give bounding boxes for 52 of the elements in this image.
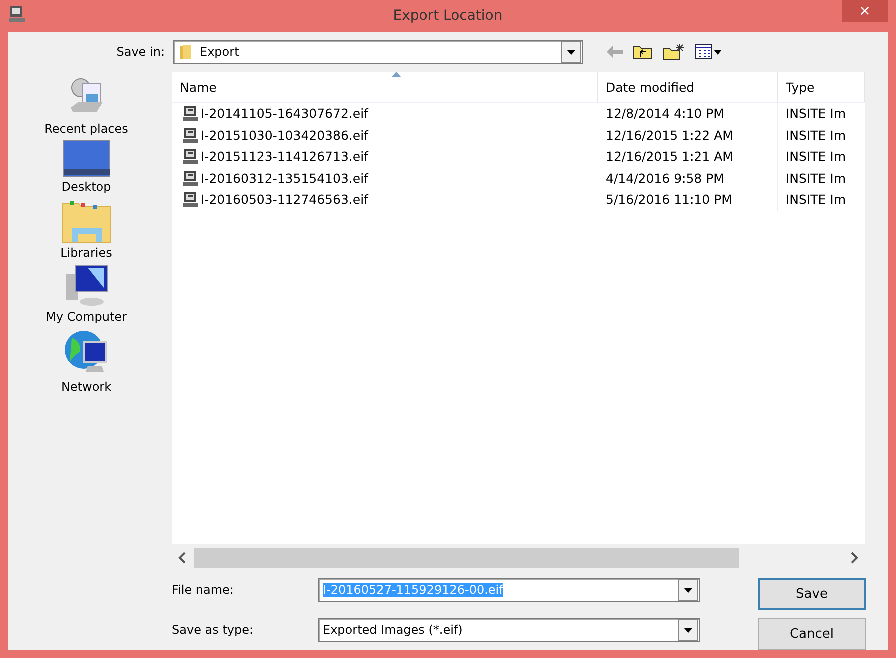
places-item[interactable]: Desktop (22, 140, 152, 194)
scroll-right-icon[interactable] (851, 552, 859, 564)
dropdown-arrow-icon (566, 50, 576, 54)
folder-icon (178, 44, 194, 60)
date-cell: 12/8/2014 4:10 PM (598, 103, 778, 124)
save-in-label: Save in: (116, 45, 166, 59)
type-cell-text: INSITE Im (785, 148, 848, 166)
desktop-icon (62, 140, 110, 178)
file-icon (182, 191, 199, 208)
sort-arrow-icon (392, 72, 401, 77)
file-icon (182, 148, 199, 166)
new-folder-icon[interactable] (663, 43, 685, 61)
scroll-left-icon[interactable] (178, 552, 186, 564)
file-icon (182, 105, 199, 122)
save-as-type-label: Save as type: (172, 623, 255, 637)
places-item[interactable]: My Computer (22, 264, 152, 324)
file-name-cell[interactable]: I-20151123-114126713.eif (201, 149, 368, 164)
dropdown-arrow-icon (684, 628, 692, 632)
scroll-thumb[interactable] (194, 548, 740, 568)
dropdown-arrow-icon (684, 588, 692, 592)
type-cell-text: INSITE Im (785, 191, 848, 210)
dialog-button[interactable]: Cancel (758, 618, 866, 650)
computer-icon (8, 5, 26, 23)
file-name-cell[interactable]: I-20141105-164307672.eif (201, 106, 368, 122)
up-folder-icon[interactable] (633, 44, 653, 60)
column-header[interactable]: Type (778, 72, 865, 102)
file-icon (182, 126, 199, 144)
date-cell: 5/16/2016 11:10 PM (598, 189, 778, 210)
file-name-cell[interactable]: I-20160312-135154103.eif (201, 170, 368, 186)
file-icon (182, 170, 199, 187)
computer-icon (64, 264, 110, 308)
column-header[interactable]: Date modified (598, 72, 778, 102)
view-menu-icon[interactable] (695, 44, 723, 60)
close-button[interactable]: × (842, 0, 888, 22)
file-name-cell[interactable]: I-20160503-112746563.eif (201, 192, 368, 208)
file-name-label: File name: (172, 583, 235, 597)
file-name-cell[interactable]: I-20151030-103420386.eif (201, 128, 368, 143)
places-item[interactable]: Libraries (22, 198, 152, 260)
places-item[interactable]: Network (22, 328, 152, 394)
dialog-button[interactable]: Save (758, 578, 866, 610)
save-in-dropdown[interactable]: Export (173, 40, 583, 64)
type-cell-text: INSITE Im (785, 170, 848, 188)
places-item[interactable]: Recent places (22, 76, 152, 136)
libraries-icon (62, 198, 112, 244)
date-cell: 12/16/2015 1:22 AM (598, 124, 778, 146)
type-cell-text: INSITE Im (785, 105, 848, 124)
column-header[interactable]: Name (172, 72, 598, 102)
date-cell: 4/14/2016 9:58 PM (598, 168, 778, 189)
type-cell-text: INSITE Im (785, 126, 848, 145)
save-as-type-dropdown[interactable]: Exported Images (*.eif) (318, 618, 700, 642)
window-title: Export Location (393, 8, 503, 24)
date-cell: 12/16/2015 1:21 AM (598, 146, 778, 168)
